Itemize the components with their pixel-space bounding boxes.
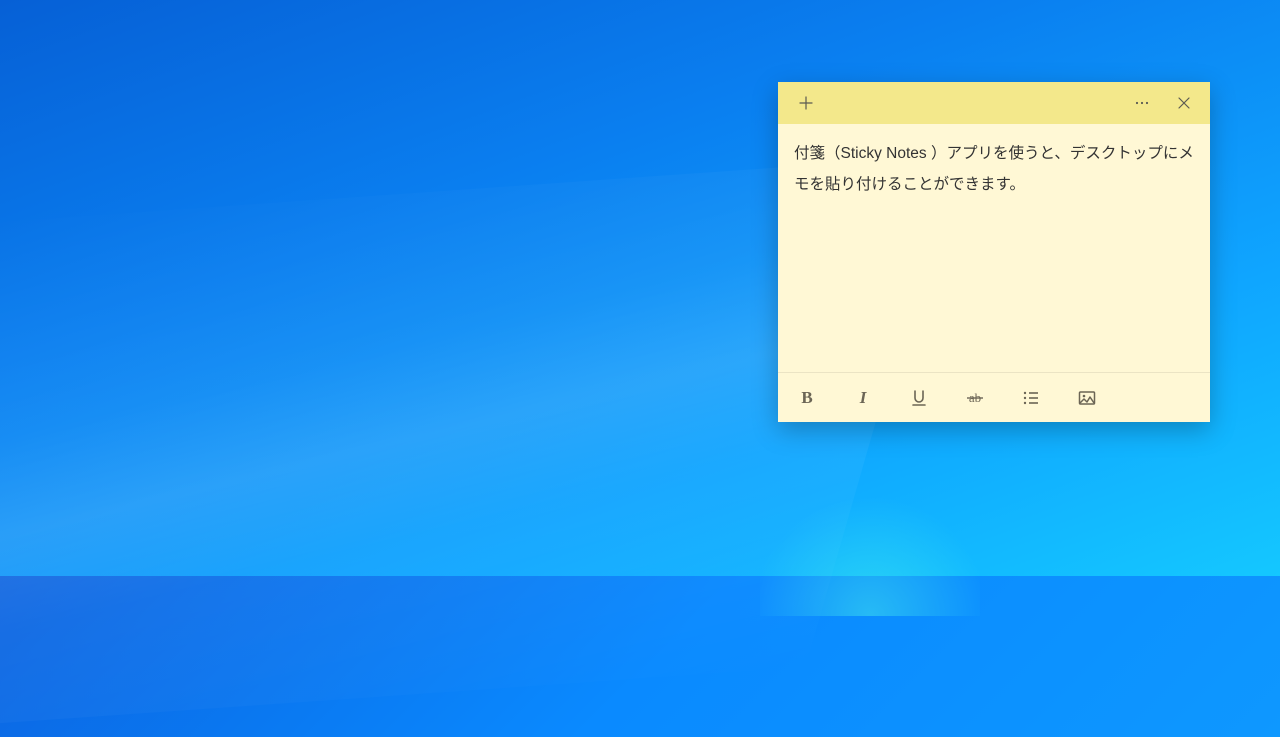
bold-icon: B [801, 388, 812, 408]
close-icon [1176, 95, 1192, 111]
ellipsis-icon [1134, 95, 1150, 111]
bold-button[interactable]: B [788, 379, 826, 417]
note-titlebar[interactable] [778, 82, 1210, 124]
format-toolbar: B I ab [778, 372, 1210, 422]
note-text: 付箋（Sticky Notes ）アプリを使うと、デスクトップにメモを貼り付ける… [794, 145, 1194, 193]
bullet-list-icon [1021, 388, 1041, 408]
plus-icon [798, 95, 814, 111]
image-icon [1077, 388, 1097, 408]
strikethrough-button[interactable]: ab [956, 379, 994, 417]
italic-icon: I [860, 388, 867, 408]
underline-button[interactable] [900, 379, 938, 417]
italic-button[interactable]: I [844, 379, 882, 417]
underline-icon [909, 388, 929, 408]
image-button[interactable] [1068, 379, 1106, 417]
bullet-list-button[interactable] [1012, 379, 1050, 417]
close-button[interactable] [1168, 87, 1200, 119]
new-note-button[interactable] [790, 87, 822, 119]
note-content-area[interactable]: 付箋（Sticky Notes ）アプリを使うと、デスクトップにメモを貼り付ける… [778, 124, 1210, 372]
menu-button[interactable] [1126, 87, 1158, 119]
titlebar-left [790, 87, 822, 119]
titlebar-right [1126, 87, 1200, 119]
strikethrough-icon: ab [965, 388, 985, 408]
sticky-note-window: 付箋（Sticky Notes ）アプリを使うと、デスクトップにメモを貼り付ける… [778, 82, 1210, 422]
